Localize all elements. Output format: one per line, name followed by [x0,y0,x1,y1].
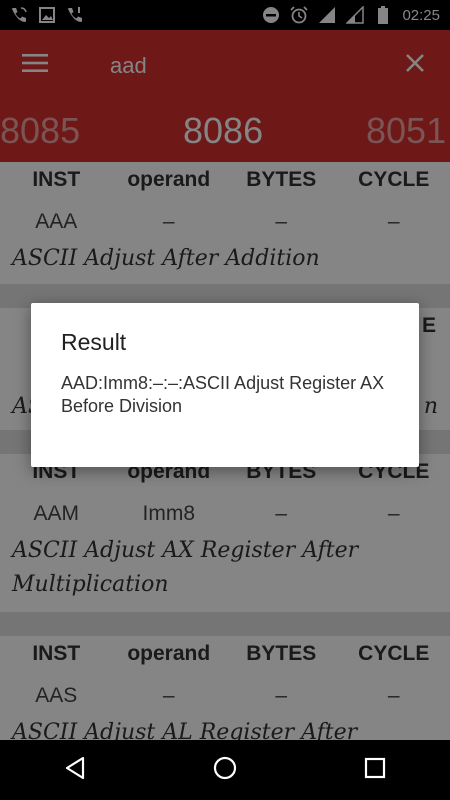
back-icon [64,756,86,785]
recents-icon [364,757,386,784]
navigation-bar [0,740,450,800]
dialog-title: Result [61,329,127,355]
home-icon [213,756,237,785]
result-dialog: Result AAD:Imm8:–:–:ASCII Adjust Registe… [31,303,419,467]
dialog-message: AAD:Imm8:–:–:ASCII Adjust Register AX Be… [61,373,385,416]
recents-button[interactable] [345,740,405,800]
back-button[interactable] [45,740,105,800]
home-button[interactable] [195,740,255,800]
